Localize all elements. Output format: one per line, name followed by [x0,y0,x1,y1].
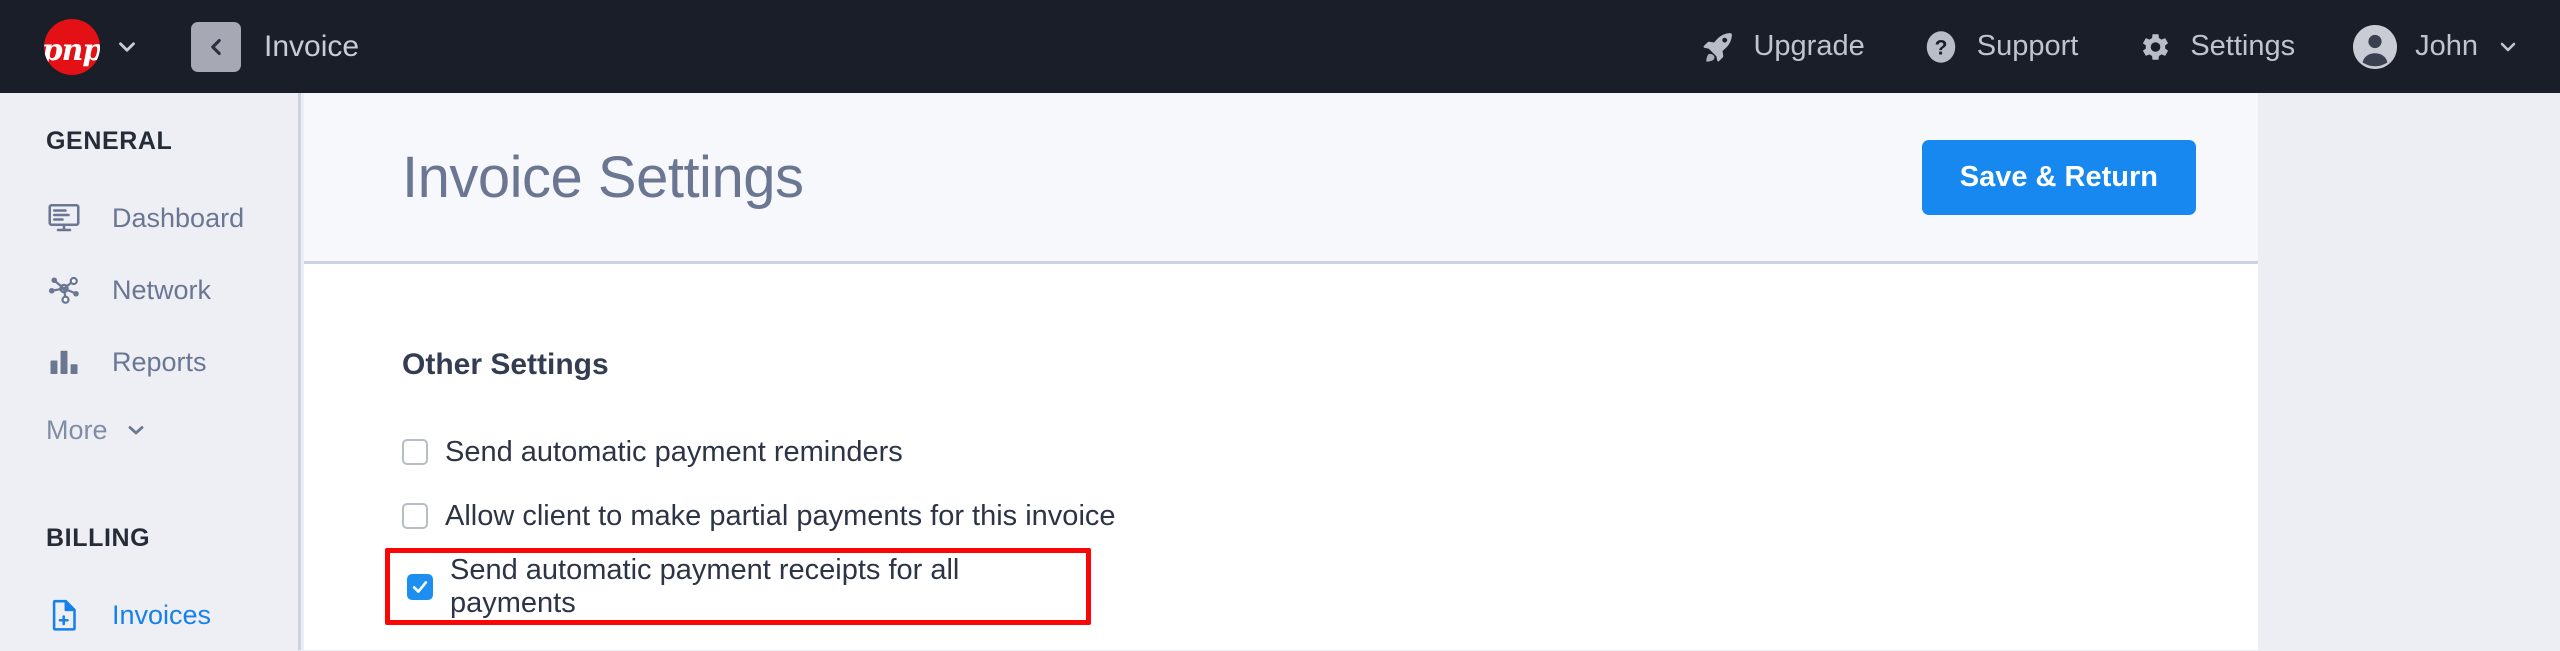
panel-body: Other Settings Send automatic payment re… [304,264,2258,625]
checkbox-row-payment-receipts[interactable]: Send automatic payment receipts for all … [385,548,1091,625]
checkbox-label-payment-receipts: Send automatic payment receipts for all … [450,553,960,619]
invoice-document-icon [46,597,90,633]
nav-item-support[interactable]: ? Support [1923,29,2079,65]
bar-chart-icon [46,344,90,380]
sidebar-item-more[interactable]: More [0,398,298,462]
right-gutter [2258,93,2560,650]
save-and-return-button[interactable]: Save & Return [1921,139,2196,215]
sidebar-item-reports-label: Reports [112,346,207,377]
panel-header: Invoice Settings Save & Return [304,93,2258,264]
top-header-bar: pnp Invoice Upgrade ? Support Settings J… [0,0,2560,93]
chevron-down-icon[interactable] [114,34,140,60]
checkbox-row-payment-reminders[interactable]: Send automatic payment reminders [402,420,2258,484]
nav-item-upgrade[interactable]: Upgrade [1701,30,1865,64]
sidebar-item-invoices-label: Invoices [112,599,212,630]
checkbox-label-partial-payments: Allow client to make partial payments fo… [445,499,1116,532]
pnp-logo[interactable]: pnp [44,18,100,75]
rocket-icon [1701,30,1735,64]
checkbox-label-payment-reminders: Send automatic payment reminders [445,435,903,468]
sidebar-item-dashboard-label: Dashboard [112,202,245,233]
sidebar-item-dashboard[interactable]: Dashboard [0,182,298,254]
main-content-panel: Invoice Settings Save & Return Other Set… [304,93,2258,650]
user-avatar-icon [2353,24,2398,69]
chevron-left-icon [211,38,221,55]
header-nav: Upgrade ? Support Settings John [1701,24,2520,69]
back-button[interactable] [191,21,241,72]
sidebar-item-network[interactable]: Network [0,254,298,326]
checkbox-partial-payments[interactable] [402,503,428,529]
network-nodes-icon [46,272,90,308]
sidebar-item-invoices[interactable]: Invoices [0,579,298,651]
brand-menu[interactable]: pnp [44,18,140,75]
checkbox-payment-reminders[interactable] [402,439,428,465]
checkbox-payment-receipts[interactable] [407,573,433,600]
nav-item-settings-label: Settings [2190,30,2296,62]
nav-item-upgrade-label: Upgrade [1753,30,1865,62]
sidebar: GENERAL Dashboard Network Reports More B… [0,93,301,650]
sidebar-item-network-label: Network [112,274,212,305]
sidebar-item-reports[interactable]: Reports [0,326,298,398]
breadcrumb-label: Invoice [264,29,360,63]
check-icon [412,580,428,593]
sidebar-heading-general: GENERAL [46,127,173,155]
pnp-logo-text: pnp [44,32,100,68]
sidebar-item-more-label: More [46,414,108,445]
user-menu[interactable]: John [2353,24,2520,69]
breadcrumb[interactable]: Invoice [191,21,360,72]
svg-text:?: ? [1934,36,1947,59]
page-title: Invoice Settings [402,144,804,210]
checkbox-row-partial-payments[interactable]: Allow client to make partial payments fo… [402,484,2258,548]
chevron-down-icon[interactable] [124,418,148,442]
sidebar-heading-billing: BILLING [46,524,151,552]
gear-icon [2136,29,2172,65]
chevron-down-icon[interactable] [2496,35,2520,59]
question-circle-icon: ? [1923,29,1959,65]
user-menu-label: John [2415,30,2478,62]
monitor-icon [46,200,90,236]
nav-item-settings[interactable]: Settings [2136,29,2295,65]
section-title-other-settings: Other Settings [402,348,609,381]
nav-item-support-label: Support [1976,30,2079,62]
